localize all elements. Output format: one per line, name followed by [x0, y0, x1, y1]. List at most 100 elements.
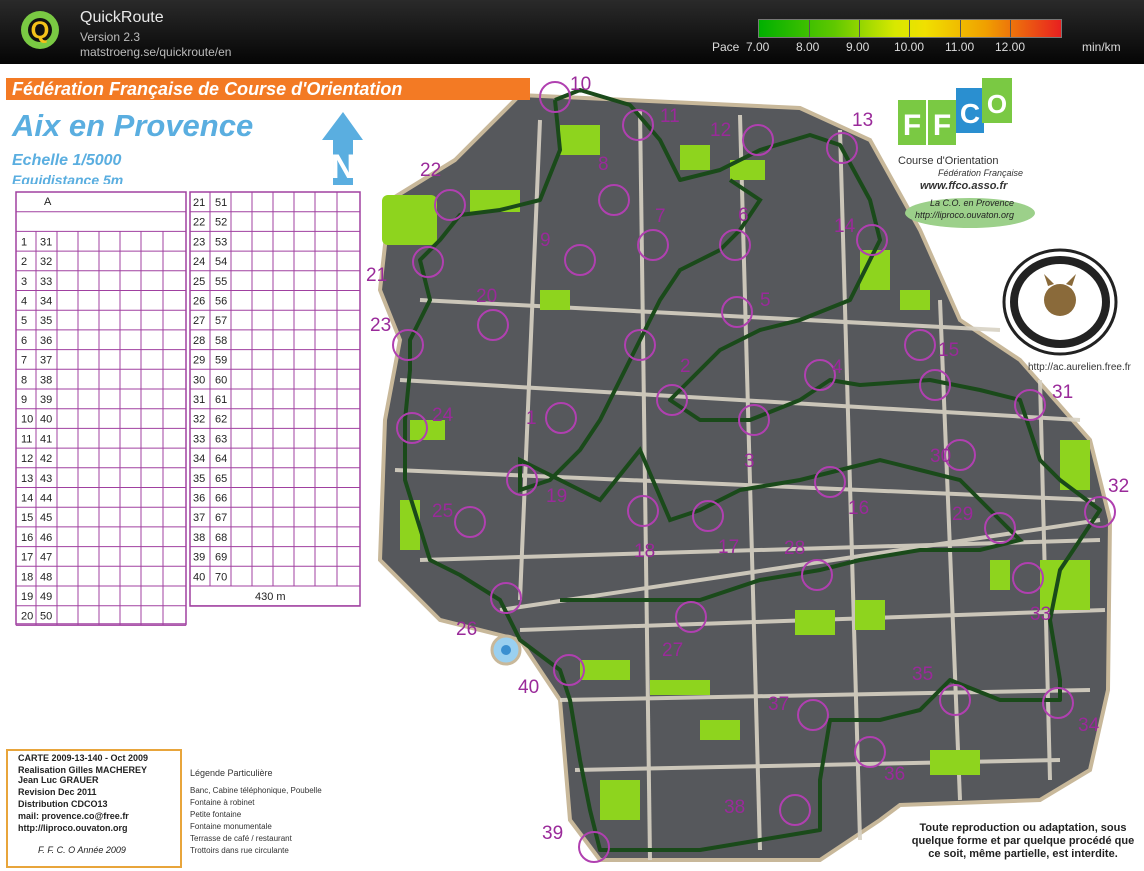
control-number-label: 1: [526, 408, 537, 429]
control-index: 32: [193, 414, 205, 426]
control-index: 2: [21, 256, 27, 268]
control-index: 25: [193, 276, 205, 288]
control-index: 5: [21, 315, 27, 327]
control-index: 20: [21, 611, 33, 623]
control-number-label: 40: [518, 677, 540, 698]
control-number-label: 27: [662, 640, 684, 661]
control-number-label: 25: [432, 501, 454, 522]
control-index: 23: [193, 236, 205, 248]
svg-text:Q: Q: [31, 17, 50, 44]
control-index: 28: [193, 335, 205, 347]
svg-text:C: C: [960, 98, 980, 129]
pace-tick: 10.00: [894, 40, 925, 54]
pace-tick: 8.00: [796, 40, 820, 54]
control-index: 39: [193, 552, 205, 564]
control-code: 63: [215, 433, 227, 445]
control-index: 8: [21, 374, 27, 386]
control-code: 42: [40, 453, 52, 465]
control-index: 30: [193, 374, 205, 386]
control-code: 57: [215, 315, 227, 327]
pace-unit: min/km: [1082, 40, 1121, 54]
control-index: 6: [21, 335, 27, 347]
legend-item: Terrasse de café / restaurant: [190, 834, 292, 843]
aurelien-url: http://ac.aurelien.free.fr: [1028, 362, 1131, 373]
info-line: mail: provence.co@free.fr: [18, 811, 129, 821]
control-code: 59: [215, 355, 227, 367]
control-number-label: 33: [1030, 604, 1052, 625]
control-index: 38: [193, 532, 205, 544]
control-code: 32: [40, 256, 52, 268]
legend-title: Légende Particulière: [190, 768, 273, 778]
control-number-label: 15: [938, 340, 960, 361]
control-number-label: 28: [784, 538, 806, 559]
info-line: http://liproco.ouvaton.org: [18, 823, 128, 833]
finish-distance: 430 m: [255, 591, 286, 603]
control-code: 34: [40, 296, 52, 308]
control-code: 54: [215, 256, 227, 268]
control-code: 68: [215, 532, 227, 544]
control-number-label: 10: [570, 74, 592, 95]
control-index: 31: [193, 394, 205, 406]
control-number-label: 39: [542, 823, 564, 844]
control-code: 62: [215, 414, 227, 426]
pace-tick: 7.00: [746, 40, 770, 54]
app-url[interactable]: matstroeng.se/quickroute/en: [80, 45, 231, 59]
control-index: 34: [193, 453, 205, 465]
control-number-label: 17: [718, 537, 740, 558]
control-index: 18: [21, 571, 33, 583]
info-line: F. F. C. O Année 2009: [38, 845, 126, 855]
ffco-url: www.ffco.asso.fr: [920, 180, 1008, 192]
control-code: 39: [40, 394, 52, 406]
pace-tick: 11.00: [945, 40, 975, 54]
control-code: 36: [40, 335, 52, 347]
control-number-label: 13: [852, 110, 874, 131]
control-index: 16: [21, 532, 33, 544]
control-index: 40: [193, 571, 205, 583]
svg-text:O: O: [987, 89, 1007, 119]
control-number-label: 29: [952, 504, 974, 525]
control-code: 60: [215, 374, 227, 386]
control-index: 21: [193, 197, 205, 209]
pace-tick: 9.00: [846, 40, 870, 54]
control-number-label: 14: [834, 216, 856, 237]
control-code: 69: [215, 552, 227, 564]
info-line: Jean Luc GRAUER: [18, 775, 99, 785]
control-number-label: 34: [1078, 715, 1100, 736]
svg-text:N: N: [331, 148, 356, 186]
control-code: 49: [40, 591, 52, 603]
svg-text:F: F: [933, 109, 951, 142]
control-index: 19: [21, 591, 33, 603]
control-code: 38: [40, 374, 52, 386]
control-index: 3: [21, 276, 27, 288]
control-index: 22: [193, 217, 205, 229]
control-code: 66: [215, 493, 227, 505]
control-number-label: 20: [476, 286, 498, 307]
control-number-label: 32: [1108, 476, 1130, 497]
control-code: 51: [215, 197, 227, 209]
control-number-label: 24: [432, 405, 454, 426]
app-header: Q QuickRoute Version 2.3 matstroeng.se/q…: [0, 0, 1144, 64]
control-number-label: 11: [660, 106, 680, 127]
control-number-label: 16: [848, 498, 870, 519]
liproco-url: http://liproco.ouvaton.org: [915, 210, 1015, 220]
control-code: 40: [40, 414, 52, 426]
control-code: 55: [215, 276, 227, 288]
quickroute-logo-icon: Q: [21, 11, 59, 49]
app-version: Version 2.3: [80, 30, 141, 44]
control-index: 17: [21, 552, 33, 564]
control-code: 46: [40, 532, 52, 544]
control-number-label: 23: [370, 315, 392, 336]
control-index: 15: [21, 512, 33, 524]
aurelien-club-logo: [1002, 248, 1118, 356]
app-title: QuickRoute: [80, 9, 164, 26]
info-line: Distribution CDCO13: [18, 799, 108, 809]
control-code: 41: [40, 433, 52, 445]
control-number-label: 6: [738, 205, 749, 226]
control-index: 7: [21, 355, 27, 367]
map-title: Aix en Provence: [12, 108, 254, 143]
copyright-notice: Toute reproduction ou adaptation, sous q…: [911, 822, 1135, 860]
pace-label: Pace: [712, 40, 740, 54]
control-code: 48: [40, 571, 52, 583]
control-number-label: 37: [768, 694, 790, 715]
control-code: 33: [40, 276, 52, 288]
